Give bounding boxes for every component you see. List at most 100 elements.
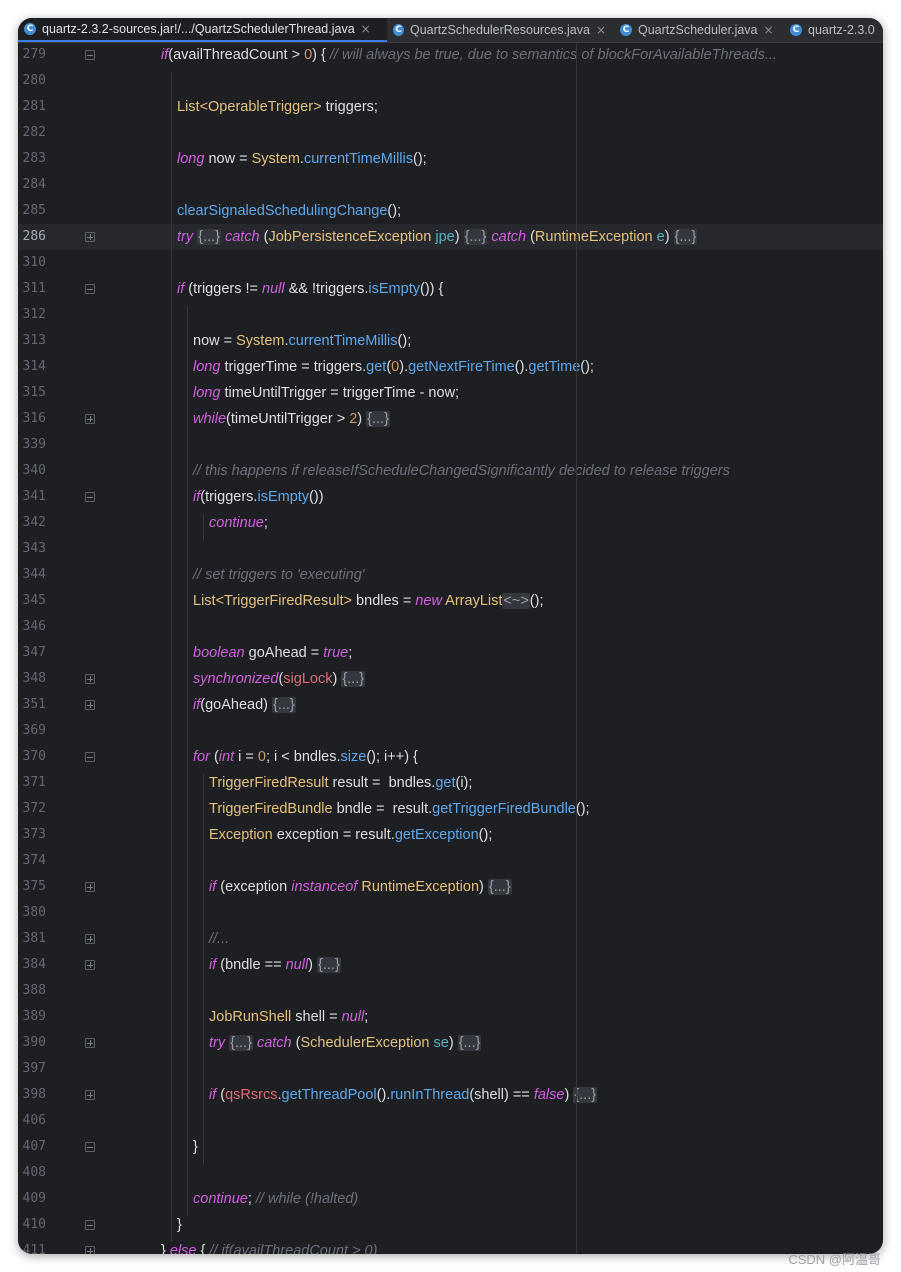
line-number: 390 bbox=[22, 1035, 46, 1050]
fold-collapse-icon[interactable] bbox=[85, 1220, 95, 1230]
code-text: } bbox=[193, 1134, 198, 1160]
code-line[interactable]: 388 bbox=[18, 978, 883, 1004]
folded-block-placeholder[interactable]: {...} bbox=[197, 229, 221, 245]
code-line[interactable]: 407} bbox=[18, 1134, 883, 1160]
code-line[interactable]: 390 try {...} catch (SchedulerException s… bbox=[18, 1030, 883, 1056]
fold-expand-icon[interactable] bbox=[85, 1246, 95, 1254]
fold-expand-icon[interactable] bbox=[85, 232, 95, 242]
fold-expand-icon[interactable] bbox=[85, 414, 95, 424]
code-line[interactable]: 369 bbox=[18, 718, 883, 744]
fold-expand-icon[interactable] bbox=[85, 700, 95, 710]
code-line[interactable]: 285 clearSignaledSchedulingChange(); bbox=[18, 198, 883, 224]
folded-block-placeholder[interactable]: {...} bbox=[317, 957, 341, 973]
fold-expand-icon[interactable] bbox=[85, 934, 95, 944]
code-token: null bbox=[285, 957, 309, 973]
java-class-icon: C bbox=[790, 24, 802, 36]
fold-collapse-icon[interactable] bbox=[85, 284, 95, 294]
code-line[interactable]: 311 if (triggers != null && !triggers.isE… bbox=[18, 276, 883, 302]
code-token: get bbox=[435, 775, 456, 791]
code-token: new bbox=[415, 593, 442, 609]
fold-collapse-icon[interactable] bbox=[85, 752, 95, 762]
tab-1[interactable]: C QuartzSchedulerResources.java × bbox=[387, 18, 614, 42]
code-line[interactable]: 286 try {...} catch (JobPersistenceExcept… bbox=[18, 224, 883, 250]
code-token: boolean bbox=[193, 645, 245, 661]
code-line[interactable]: 343 bbox=[18, 536, 883, 562]
folded-block-placeholder[interactable]: {...} bbox=[366, 411, 390, 427]
code-line[interactable]: 373 Exception exception = result.getExcep… bbox=[18, 822, 883, 848]
indent-guide bbox=[203, 774, 204, 1164]
code-token: (exception bbox=[216, 879, 292, 895]
code-line[interactable]: 281 List<OperableTrigger> triggers; bbox=[18, 94, 883, 120]
code-line[interactable]: 342 continue; bbox=[18, 510, 883, 536]
code-line[interactable]: 312 bbox=[18, 302, 883, 328]
close-icon[interactable]: × bbox=[361, 22, 371, 36]
folded-block-placeholder[interactable]: <~> bbox=[502, 593, 530, 609]
code-line[interactable]: 408 bbox=[18, 1160, 883, 1186]
code-line[interactable]: 344 // set triggers to 'executing' bbox=[18, 562, 883, 588]
code-line[interactable]: 398 if (qsRsrcs.getThreadPool().runInThre… bbox=[18, 1082, 883, 1108]
folded-block-placeholder[interactable]: {...} bbox=[341, 671, 366, 687]
tab-0[interactable]: Cquartz-2.3.2-sources.jar!/.../QuartzSch… bbox=[18, 18, 387, 42]
code-line[interactable]: 374 bbox=[18, 848, 883, 874]
code-line[interactable]: 351 if(goAhead) {...} bbox=[18, 692, 883, 718]
fold-expand-icon[interactable] bbox=[85, 960, 95, 970]
folded-block-placeholder[interactable]: {...} bbox=[229, 1035, 253, 1051]
code-line[interactable]: 348 synchronized(sigLock) {...} bbox=[18, 666, 883, 692]
code-token: e bbox=[656, 229, 665, 245]
code-line[interactable]: 315 long timeUntilTrigger = triggerTime -… bbox=[18, 380, 883, 406]
line-number: 279 bbox=[22, 47, 46, 62]
tab-2[interactable]: C QuartzScheduler.java × bbox=[614, 18, 784, 42]
close-icon[interactable]: × bbox=[764, 23, 774, 37]
code-line[interactable]: 340 // this happens if releaseIfScheduleC… bbox=[18, 458, 883, 484]
code-line[interactable]: 282 bbox=[18, 120, 883, 146]
code-line[interactable]: 314 long triggerTime = triggers.get(0).ge… bbox=[18, 354, 883, 380]
code-editor[interactable]: 279 if(availThreadCount > 0) { // will al… bbox=[18, 42, 883, 1254]
code-token: ) bbox=[454, 229, 464, 245]
code-line[interactable]: 283 long now = System.currentTimeMillis()… bbox=[18, 146, 883, 172]
code-line[interactable]: 406 bbox=[18, 1108, 883, 1134]
fold-expand-icon[interactable] bbox=[85, 882, 95, 892]
code-line[interactable]: 370 for (int i = 0; i < bndles.size(); i+… bbox=[18, 744, 883, 770]
folded-block-placeholder[interactable]: {...} bbox=[463, 229, 488, 245]
code-line[interactable]: 409 continue; // while (!halted) bbox=[18, 1186, 883, 1212]
fold-expand-icon[interactable] bbox=[85, 674, 95, 684]
code-token: List<OperableTrigger> bbox=[177, 99, 322, 115]
fold-collapse-icon[interactable] bbox=[85, 50, 95, 60]
tab-3[interactable]: Cquartz-2.3.0 bbox=[784, 18, 883, 42]
code-line[interactable]: 371 TriggerFiredResult result = bndles.ge… bbox=[18, 770, 883, 796]
code-line[interactable]: 279 if(availThreadCount > 0) { // will al… bbox=[18, 42, 883, 68]
code-line[interactable]: 284 bbox=[18, 172, 883, 198]
fold-collapse-icon[interactable] bbox=[85, 1142, 95, 1152]
fold-expand-icon[interactable] bbox=[85, 1038, 95, 1048]
code-line[interactable]: 397 bbox=[18, 1056, 883, 1082]
code-token: int bbox=[218, 749, 235, 765]
code-line[interactable]: 411} else { // if(availThreadCount > 0) bbox=[18, 1238, 883, 1254]
code-line[interactable]: 384 if (bndle == null) {...} bbox=[18, 952, 883, 978]
folded-block-placeholder[interactable]: {...} bbox=[487, 879, 512, 895]
code-line[interactable]: 381 //... bbox=[18, 926, 883, 952]
folded-block-placeholder[interactable]: {...} bbox=[673, 229, 698, 245]
folded-block-placeholder[interactable]: {...} bbox=[457, 1035, 482, 1051]
code-line[interactable]: 313 now = System.currentTimeMillis(); bbox=[18, 328, 883, 354]
code-line[interactable]: 339 bbox=[18, 432, 883, 458]
code-token: (bndle == bbox=[216, 957, 286, 973]
code-line[interactable]: 380 bbox=[18, 900, 883, 926]
code-token: now = bbox=[193, 333, 237, 349]
code-line[interactable]: 280 bbox=[18, 68, 883, 94]
fold-expand-icon[interactable] bbox=[85, 1090, 95, 1100]
code-line[interactable]: 389 JobRunShell shell = null; bbox=[18, 1004, 883, 1030]
code-line[interactable]: 347 boolean goAhead = true; bbox=[18, 640, 883, 666]
folded-block-placeholder[interactable]: {...} bbox=[272, 697, 296, 713]
close-icon[interactable]: × bbox=[596, 23, 606, 37]
code-line[interactable]: 375 if (exception instanceof RuntimeExcep… bbox=[18, 874, 883, 900]
code-line[interactable]: 372 TriggerFiredBundle bndle = result.get… bbox=[18, 796, 883, 822]
fold-collapse-icon[interactable] bbox=[85, 492, 95, 502]
code-line[interactable]: 316 while(timeUntilTrigger > 2) {...} bbox=[18, 406, 883, 432]
code-token: get bbox=[366, 359, 387, 375]
code-line[interactable]: 341 if(triggers.isEmpty()) bbox=[18, 484, 883, 510]
code-text: //... bbox=[209, 926, 229, 952]
code-line[interactable]: 310 bbox=[18, 250, 883, 276]
code-line[interactable]: 346 bbox=[18, 614, 883, 640]
code-line[interactable]: 345 List<TriggerFiredResult> bndles = new… bbox=[18, 588, 883, 614]
code-line[interactable]: 410} bbox=[18, 1212, 883, 1238]
